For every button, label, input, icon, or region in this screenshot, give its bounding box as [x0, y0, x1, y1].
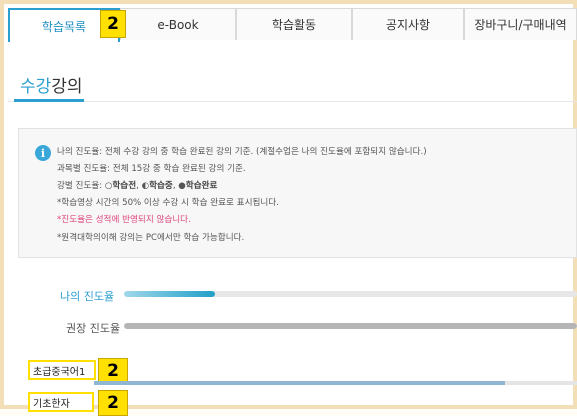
page-title: 수강강의 [20, 72, 83, 97]
legend-before: 학습전 [112, 181, 137, 191]
legend-in-progress: 학습중 [149, 181, 173, 191]
tab-bar: 학습목록 e-Book 학습활동 공지사항 장바구니/구매내역 2 [8, 8, 577, 42]
info-line-grade-note: *진도율은 성적에 반영되지 않습니다. [57, 215, 191, 225]
my-progress-bar [124, 291, 577, 297]
legend-sep1: , ◐ [136, 181, 150, 191]
my-progress-label: 나의 진도율 [60, 290, 115, 303]
legend-sep2: , ● [172, 181, 186, 191]
info-line-completion-rule: *학습영상 시간의 50% 이상 수강 시 학습 완료로 표시됩니다. [57, 198, 279, 208]
recommended-progress-label: 권장 진도율 [66, 322, 121, 335]
legend-prefix: 강별 진도율: ○ [57, 181, 113, 191]
info-line-my-progress: 나의 진도율: 전체 수강 강의 중 학습 완료된 강의 기준. (계절수업은 … [57, 147, 427, 157]
legend-complete: 학습완료 [185, 181, 218, 191]
info-line-subject-progress: 과목별 진도율: 전체 15강 중 학습 완료된 강의 기준. [57, 164, 246, 174]
course-item-beginner-chinese[interactable]: 초급중국어1 [28, 360, 96, 380]
course-item-basic-hanja[interactable]: 기초한자 [28, 392, 94, 412]
tab-notices[interactable]: 공지사항 [352, 8, 464, 40]
title-divider [8, 101, 577, 102]
course-badge-2: 2 [98, 390, 128, 416]
window-frame: 학습목록 e-Book 학습활동 공지사항 장바구니/구매내역 2 수강강의 i… [0, 0, 577, 416]
info-line-pc-only: *원격대학의이해 강의는 PC에서만 학습 가능합니다. [57, 233, 245, 243]
course-progress-fill [94, 381, 505, 385]
my-progress-fill [124, 291, 215, 297]
tab-cart-purchases[interactable]: 장바구니/구매내역 [464, 8, 577, 40]
info-line-lecture-progress: 강별 진도율: ○학습전, ◐학습중, ●학습완료 [57, 179, 217, 191]
page-title-rest: 강의 [51, 77, 83, 97]
recommended-progress-fill [124, 323, 577, 329]
recommended-progress-bar [124, 323, 577, 329]
tab-count-badge: 2 [100, 10, 126, 38]
page-title-accent: 수강 [20, 77, 52, 97]
course-progress-bar [94, 381, 577, 385]
tab-learning-activity[interactable]: 학습활동 [236, 8, 352, 40]
info-icon: i [35, 145, 51, 161]
info-notice-box: i 나의 진도율: 전체 수강 강의 중 학습 완료된 강의 기준. (계절수업… [18, 128, 577, 258]
tab-ebook[interactable]: e-Book [120, 8, 236, 40]
title-underline [14, 99, 84, 102]
